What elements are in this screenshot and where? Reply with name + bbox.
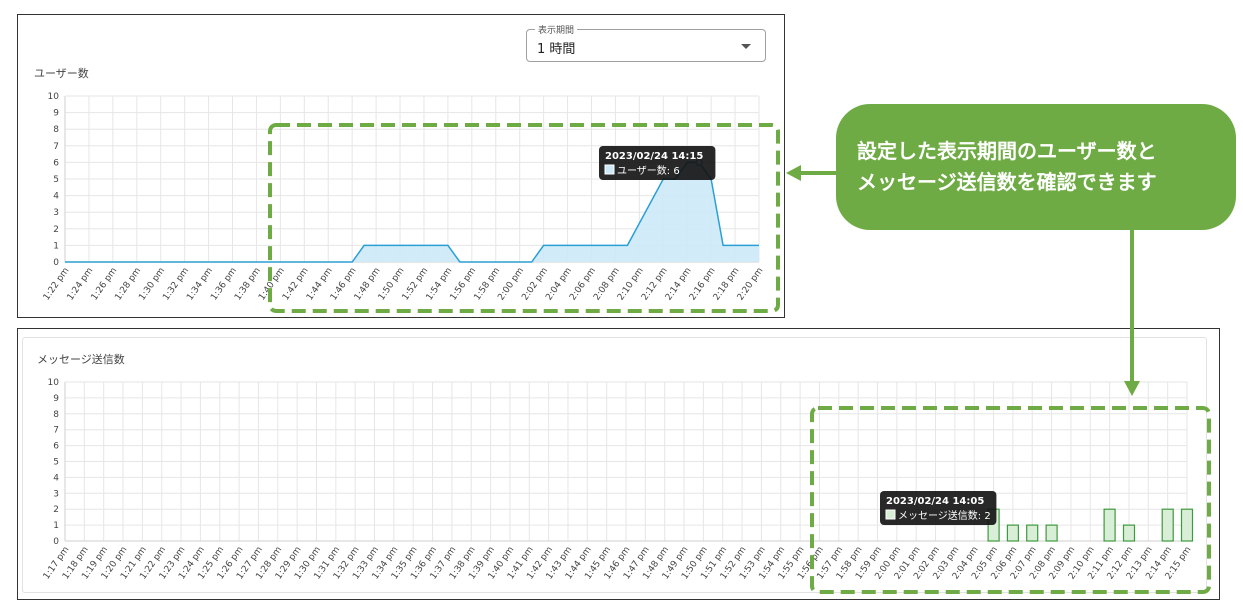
callout-line-2: メッセージ送信数を確認できます [857, 170, 1157, 194]
callout-line-1: 設定した表示期間のユーザー数と [857, 139, 1157, 163]
messages-highlight-box [810, 406, 1211, 594]
annotation-overlay [268, 123, 1211, 594]
callout-arrow-left-head [786, 165, 801, 181]
callout-bubble: 設定した表示期間のユーザー数と メッセージ送信数を確認できます [836, 104, 1236, 230]
callout-arrow-down-head [1124, 381, 1140, 396]
users-highlight-box [268, 123, 780, 313]
